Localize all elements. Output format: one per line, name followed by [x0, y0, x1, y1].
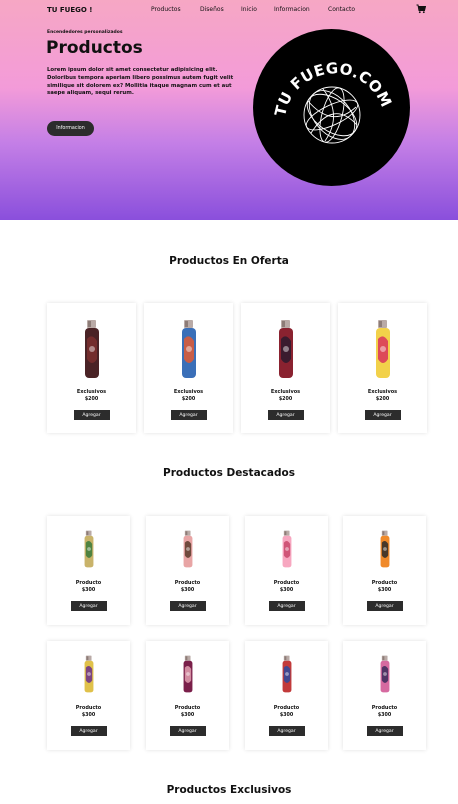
product-card: Exclusivos $200 Agregar — [144, 303, 233, 433]
product-name: Producto — [273, 580, 300, 586]
hero-kicker: Encendedores personalizados — [47, 30, 123, 35]
nav-informacion[interactable]: Informacion — [274, 6, 328, 13]
product-price: $200 — [278, 397, 293, 402]
hero-banner: TU FUEGO ! Productos Diseños Inicio Info… — [0, 0, 458, 220]
product-price: $300 — [81, 588, 96, 593]
nav-disenos[interactable]: Diseños — [200, 6, 241, 13]
lighter-product-icon — [84, 320, 99, 378]
add-to-cart-button[interactable]: Agregar — [364, 410, 401, 420]
lighter-product-icon — [181, 320, 196, 378]
product-price: $300 — [377, 713, 392, 718]
product-card: Exclusivos $200 Agregar — [47, 303, 136, 433]
product-name: Exclusivos — [173, 389, 204, 395]
lighter-product-icon — [282, 655, 291, 693]
add-to-cart-button[interactable]: Agregar — [267, 410, 304, 420]
product-card: Producto $300 Agregar — [47, 516, 130, 625]
product-card: Producto $300 Agregar — [245, 641, 328, 750]
add-to-cart-button[interactable]: Agregar — [73, 410, 110, 420]
lighter-product-icon — [183, 530, 192, 568]
offer-section-title: Productos En Oferta — [169, 255, 289, 267]
product-name: Producto — [174, 580, 201, 586]
product-name: Producto — [174, 705, 201, 711]
product-card: Producto $300 Agregar — [47, 641, 130, 750]
product-card: Producto $300 Agregar — [343, 516, 426, 625]
add-to-cart-button[interactable]: Agregar — [170, 410, 207, 420]
informacion-button[interactable]: Informacion — [47, 121, 94, 136]
tufuego-logo: TU FUEGO.COM — [253, 29, 410, 186]
product-price: $300 — [180, 713, 195, 718]
product-card: Exclusivos $200 Agregar — [241, 303, 330, 433]
add-to-cart-button[interactable]: Agregar — [169, 601, 206, 611]
product-price: $200 — [375, 397, 390, 402]
product-name: Producto — [371, 705, 398, 711]
product-price: $300 — [279, 588, 294, 593]
lighter-product-icon — [380, 530, 389, 568]
lighter-product-icon — [183, 655, 192, 693]
exclusive-section-title: Productos Exclusivos — [166, 784, 292, 796]
product-price: $300 — [377, 588, 392, 593]
add-to-cart-button[interactable]: Agregar — [70, 726, 107, 736]
product-name: Exclusivos — [367, 389, 398, 395]
lighter-product-icon — [380, 655, 389, 693]
svg-text:TU FUEGO.COM: TU FUEGO.COM — [271, 59, 395, 118]
add-to-cart-button[interactable]: Agregar — [268, 726, 305, 736]
hero-description: Lorem ipsum dolor sit amet consectetur a… — [47, 67, 234, 97]
featured-section-title: Productos Destacados — [163, 467, 295, 479]
add-to-cart-button[interactable]: Agregar — [268, 601, 305, 611]
product-name: Exclusivos — [76, 389, 107, 395]
add-to-cart-button[interactable]: Agregar — [70, 601, 107, 611]
product-price: $200 — [84, 397, 99, 402]
product-card: Producto $300 Agregar — [146, 516, 229, 625]
lighter-product-icon — [282, 530, 291, 568]
hero-title: Productos — [46, 38, 143, 58]
product-price: $300 — [81, 713, 96, 718]
main-nav: Productos Diseños Inicio Informacion Con… — [151, 6, 355, 13]
lighter-product-icon — [84, 530, 93, 568]
product-card: Producto $300 Agregar — [343, 641, 426, 750]
globe-logo-icon: TU FUEGO.COM — [271, 59, 395, 144]
nav-inicio[interactable]: Inicio — [241, 6, 274, 13]
product-card: Producto $300 Agregar — [146, 641, 229, 750]
product-name: Producto — [75, 580, 102, 586]
nav-contacto[interactable]: Contacto — [328, 6, 355, 13]
lighter-product-icon — [375, 320, 390, 378]
product-price: $200 — [181, 397, 196, 402]
product-name: Exclusivos — [270, 389, 301, 395]
cart-icon[interactable] — [416, 4, 426, 14]
product-price: $300 — [279, 713, 294, 718]
logo-text: TU FUEGO.COM — [271, 59, 395, 118]
lighter-product-icon — [278, 320, 293, 378]
product-card: Exclusivos $200 Agregar — [338, 303, 427, 433]
product-price: $300 — [180, 588, 195, 593]
product-name: Producto — [75, 705, 102, 711]
product-card: Producto $300 Agregar — [245, 516, 328, 625]
brand-logo[interactable]: TU FUEGO ! — [47, 6, 92, 14]
lighter-product-icon — [84, 655, 93, 693]
nav-productos[interactable]: Productos — [151, 6, 200, 13]
product-name: Producto — [371, 580, 398, 586]
add-to-cart-button[interactable]: Agregar — [169, 726, 206, 736]
product-name: Producto — [273, 705, 300, 711]
add-to-cart-button[interactable]: Agregar — [366, 601, 403, 611]
add-to-cart-button[interactable]: Agregar — [366, 726, 403, 736]
